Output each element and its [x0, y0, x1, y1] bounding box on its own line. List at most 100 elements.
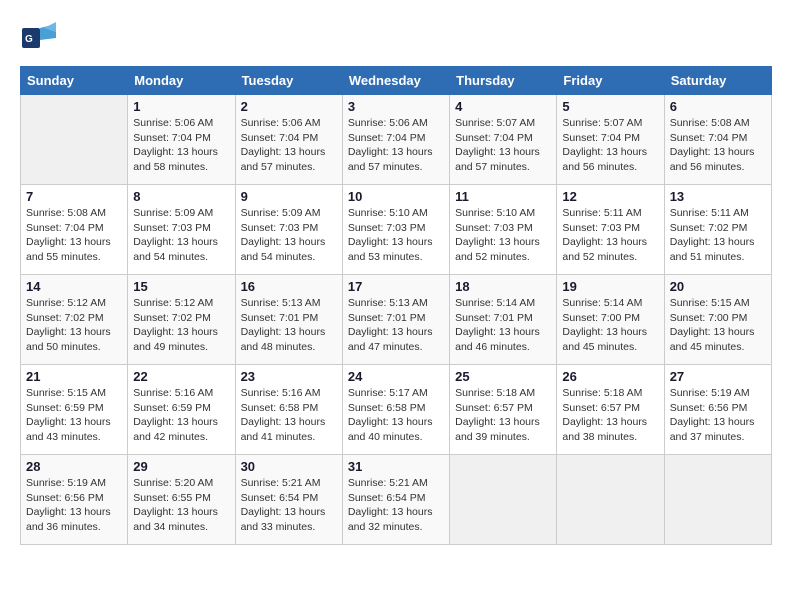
- day-info: Daylight: 13 hours: [133, 415, 229, 430]
- day-info: Daylight: 13 hours: [670, 415, 766, 430]
- day-number: 29: [133, 459, 229, 474]
- day-info: Sunset: 7:03 PM: [241, 221, 337, 236]
- day-number: 26: [562, 369, 658, 384]
- day-info: Sunset: 7:02 PM: [26, 311, 122, 326]
- day-info: Sunset: 7:03 PM: [133, 221, 229, 236]
- day-info: Sunrise: 5:10 AM: [455, 206, 551, 221]
- day-info: Daylight: 13 hours: [670, 145, 766, 160]
- day-cell: 19Sunrise: 5:14 AMSunset: 7:00 PMDayligh…: [557, 275, 664, 365]
- day-cell: 2Sunrise: 5:06 AMSunset: 7:04 PMDaylight…: [235, 95, 342, 185]
- day-info: Sunset: 6:59 PM: [133, 401, 229, 416]
- day-cell: [664, 455, 771, 545]
- day-info: Sunset: 6:54 PM: [241, 491, 337, 506]
- day-number: 6: [670, 99, 766, 114]
- day-info: Sunrise: 5:14 AM: [562, 296, 658, 311]
- day-info: and 47 minutes.: [348, 340, 444, 355]
- day-cell: 16Sunrise: 5:13 AMSunset: 7:01 PMDayligh…: [235, 275, 342, 365]
- day-info: and 38 minutes.: [562, 430, 658, 445]
- day-info: Sunrise: 5:16 AM: [133, 386, 229, 401]
- day-info: Sunrise: 5:18 AM: [455, 386, 551, 401]
- day-cell: 15Sunrise: 5:12 AMSunset: 7:02 PMDayligh…: [128, 275, 235, 365]
- day-info: Sunrise: 5:17 AM: [348, 386, 444, 401]
- day-number: 14: [26, 279, 122, 294]
- day-cell: 25Sunrise: 5:18 AMSunset: 6:57 PMDayligh…: [450, 365, 557, 455]
- day-number: 30: [241, 459, 337, 474]
- day-cell: [450, 455, 557, 545]
- day-cell: 26Sunrise: 5:18 AMSunset: 6:57 PMDayligh…: [557, 365, 664, 455]
- week-row-5: 28Sunrise: 5:19 AMSunset: 6:56 PMDayligh…: [21, 455, 772, 545]
- day-info: Sunset: 6:57 PM: [455, 401, 551, 416]
- day-number: 16: [241, 279, 337, 294]
- day-cell: 20Sunrise: 5:15 AMSunset: 7:00 PMDayligh…: [664, 275, 771, 365]
- svg-text:G: G: [25, 34, 33, 45]
- day-number: 13: [670, 189, 766, 204]
- day-info: Daylight: 13 hours: [455, 145, 551, 160]
- day-info: Sunset: 7:01 PM: [455, 311, 551, 326]
- day-info: Sunset: 7:04 PM: [241, 131, 337, 146]
- day-info: Sunset: 7:04 PM: [670, 131, 766, 146]
- day-info: Sunset: 6:54 PM: [348, 491, 444, 506]
- day-cell: [557, 455, 664, 545]
- week-row-3: 14Sunrise: 5:12 AMSunset: 7:02 PMDayligh…: [21, 275, 772, 365]
- day-info: Daylight: 13 hours: [455, 415, 551, 430]
- day-info: and 51 minutes.: [670, 250, 766, 265]
- day-info: Sunrise: 5:14 AM: [455, 296, 551, 311]
- col-header-monday: Monday: [128, 67, 235, 95]
- day-info: Sunset: 7:01 PM: [348, 311, 444, 326]
- day-info: Sunrise: 5:15 AM: [670, 296, 766, 311]
- page-header: G: [20, 20, 772, 56]
- day-number: 7: [26, 189, 122, 204]
- col-header-wednesday: Wednesday: [342, 67, 449, 95]
- day-info: Sunrise: 5:15 AM: [26, 386, 122, 401]
- day-number: 10: [348, 189, 444, 204]
- day-cell: 12Sunrise: 5:11 AMSunset: 7:03 PMDayligh…: [557, 185, 664, 275]
- week-row-4: 21Sunrise: 5:15 AMSunset: 6:59 PMDayligh…: [21, 365, 772, 455]
- day-info: and 39 minutes.: [455, 430, 551, 445]
- day-number: 3: [348, 99, 444, 114]
- calendar-header: SundayMondayTuesdayWednesdayThursdayFrid…: [21, 67, 772, 95]
- day-number: 28: [26, 459, 122, 474]
- day-info: Sunset: 6:58 PM: [241, 401, 337, 416]
- day-cell: 30Sunrise: 5:21 AMSunset: 6:54 PMDayligh…: [235, 455, 342, 545]
- day-info: Daylight: 13 hours: [26, 415, 122, 430]
- day-cell: 14Sunrise: 5:12 AMSunset: 7:02 PMDayligh…: [21, 275, 128, 365]
- logo: G: [20, 20, 60, 56]
- day-number: 27: [670, 369, 766, 384]
- day-info: and 57 minutes.: [455, 160, 551, 175]
- day-info: Daylight: 13 hours: [133, 505, 229, 520]
- day-info: Daylight: 13 hours: [241, 505, 337, 520]
- day-number: 21: [26, 369, 122, 384]
- day-number: 17: [348, 279, 444, 294]
- day-info: and 48 minutes.: [241, 340, 337, 355]
- day-number: 23: [241, 369, 337, 384]
- day-info: Sunrise: 5:12 AM: [26, 296, 122, 311]
- day-cell: 17Sunrise: 5:13 AMSunset: 7:01 PMDayligh…: [342, 275, 449, 365]
- day-info: and 32 minutes.: [348, 520, 444, 535]
- day-info: Sunrise: 5:08 AM: [26, 206, 122, 221]
- day-info: Sunrise: 5:08 AM: [670, 116, 766, 131]
- day-info: and 41 minutes.: [241, 430, 337, 445]
- day-cell: 28Sunrise: 5:19 AMSunset: 6:56 PMDayligh…: [21, 455, 128, 545]
- day-cell: 10Sunrise: 5:10 AMSunset: 7:03 PMDayligh…: [342, 185, 449, 275]
- day-info: Daylight: 13 hours: [562, 415, 658, 430]
- day-info: Sunrise: 5:13 AM: [241, 296, 337, 311]
- day-info: and 52 minutes.: [562, 250, 658, 265]
- day-info: and 37 minutes.: [670, 430, 766, 445]
- day-info: Sunrise: 5:10 AM: [348, 206, 444, 221]
- day-cell: 9Sunrise: 5:09 AMSunset: 7:03 PMDaylight…: [235, 185, 342, 275]
- day-info: Daylight: 13 hours: [26, 505, 122, 520]
- day-info: Daylight: 13 hours: [133, 145, 229, 160]
- day-cell: 6 Sunrise: 5:08 AMSunset: 7:04 PMDaylight…: [664, 95, 771, 185]
- day-info: Sunrise: 5:07 AM: [562, 116, 658, 131]
- day-cell: [21, 95, 128, 185]
- day-cell: 4Sunrise: 5:07 AMSunset: 7:04 PMDaylight…: [450, 95, 557, 185]
- day-info: Sunset: 7:04 PM: [562, 131, 658, 146]
- day-cell: 27Sunrise: 5:19 AMSunset: 6:56 PMDayligh…: [664, 365, 771, 455]
- day-info: Daylight: 13 hours: [241, 235, 337, 250]
- day-info: and 36 minutes.: [26, 520, 122, 535]
- day-info: Sunset: 6:56 PM: [26, 491, 122, 506]
- day-number: 19: [562, 279, 658, 294]
- day-number: 2: [241, 99, 337, 114]
- day-info: Sunrise: 5:06 AM: [348, 116, 444, 131]
- day-info: and 52 minutes.: [455, 250, 551, 265]
